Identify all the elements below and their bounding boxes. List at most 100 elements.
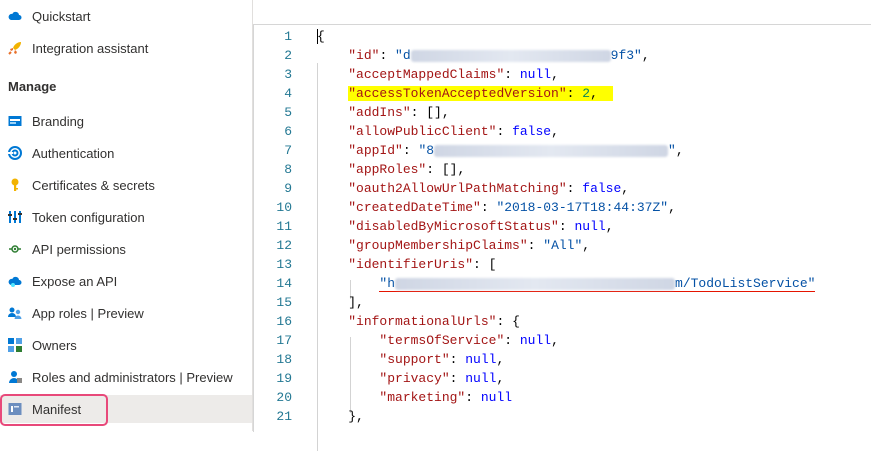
sidebar-item-token-configuration[interactable]: Token configuration	[0, 203, 252, 231]
line-number: 12	[276, 238, 292, 253]
line-number: 4	[284, 86, 292, 101]
sidebar-item-label: Integration assistant	[32, 40, 149, 56]
code-line: "acceptMappedClaims": null,	[348, 67, 559, 82]
json-key: "createdDateTime"	[348, 200, 481, 215]
json-bracket: [	[488, 257, 497, 272]
app-roles-icon	[8, 306, 22, 320]
sidebar-item-label: Branding	[32, 113, 85, 129]
line-number: 14	[276, 276, 292, 291]
section-heading-manage: Manage	[8, 79, 57, 94]
code-line: "accessTokenAcceptedVersion": 2,	[317, 86, 614, 101]
code-line: "createdDateTime": "2018-03-17T18:44:37Z…	[348, 200, 676, 215]
json-null: null	[519, 333, 552, 348]
sidebar-item-label: Token configuration	[32, 209, 145, 225]
sidebar-item-label: Certificates & secrets	[32, 177, 155, 193]
sidebar-item-api-permissions[interactable]: API permissions	[0, 235, 252, 263]
sidebar-item-authentication[interactable]: Authentication	[0, 139, 252, 167]
json-brace: {	[317, 29, 325, 44]
json-string: "h	[379, 276, 396, 291]
cloud-icon	[8, 9, 22, 23]
code-line: "marketing": null	[379, 390, 513, 405]
sidebar-item-label: Expose an API	[32, 273, 118, 289]
json-string: "d	[395, 48, 411, 63]
code-line: "identifierUris": [	[348, 257, 497, 272]
json-key: "allowPublicClient"	[348, 124, 497, 139]
selected-text: "accessTokenAcceptedVersion": 2,	[348, 86, 614, 101]
json-key: "groupMembershipClaims"	[348, 238, 528, 253]
roles-admin-icon	[8, 370, 22, 384]
authentication-icon	[8, 146, 22, 160]
json-string: "	[807, 276, 816, 291]
json-number: 2	[582, 86, 591, 101]
json-key: "termsOfService"	[379, 333, 505, 348]
code-line: "termsOfService": null,	[379, 333, 559, 348]
json-key: "identifierUris"	[348, 257, 474, 272]
redacted-value	[395, 277, 676, 290]
line-number: 10	[276, 200, 292, 215]
code-line: "appId": "8 ",	[348, 143, 684, 158]
line-number: 3	[284, 67, 292, 82]
line-number: 7	[284, 143, 292, 158]
json-string: "8	[418, 143, 435, 158]
line-number: 16	[276, 314, 292, 329]
json-null: null	[574, 219, 606, 234]
sidebar-item-roles-and-administrators[interactable]: Roles and administrators | Preview	[0, 363, 252, 391]
line-number: 13	[276, 257, 292, 272]
line-number: 20	[276, 390, 292, 405]
json-array: []	[441, 162, 458, 177]
redacted-value	[410, 49, 611, 62]
line-number: 11	[276, 219, 292, 234]
code-line: "id": "d 9f3",	[348, 48, 650, 63]
json-bracket: ],	[348, 295, 364, 310]
json-string: 9f3"	[610, 48, 642, 63]
sidebar-item-branding[interactable]: Branding	[0, 107, 252, 135]
json-key: "accessTokenAcceptedVersion"	[348, 86, 567, 101]
line-number: 17	[276, 333, 292, 348]
json-key: "acceptMappedClaims"	[348, 67, 505, 82]
json-null: null	[465, 352, 497, 367]
sidebar-item-quickstart[interactable]: Quickstart	[0, 2, 252, 30]
code-line: ],	[317, 295, 364, 310]
code-line: "informationalUrls": {	[348, 314, 520, 329]
json-string: "	[668, 143, 676, 158]
code-line: "support": null,	[379, 352, 505, 367]
sidebar-item-label: API permissions	[32, 241, 126, 257]
code-line: "appRoles": [],	[348, 162, 466, 177]
line-number: 19	[276, 371, 292, 386]
json-key: "appRoles"	[348, 162, 427, 177]
code-line: "addIns": [],	[348, 105, 450, 120]
manifest-highlight-box	[0, 394, 108, 426]
sidebar-item-label: Owners	[32, 337, 77, 353]
sidebar-item-certificates-secrets[interactable]: Certificates & secrets	[0, 171, 252, 199]
redacted-value	[434, 144, 669, 157]
sidebar-item-integration-assistant[interactable]: Integration assistant	[0, 34, 252, 62]
sidebar-item-label: Quickstart	[32, 8, 91, 24]
api-permissions-icon	[8, 242, 22, 256]
sidebar: Quickstart Integration assistant Manage …	[0, 0, 252, 431]
key-icon	[8, 178, 22, 192]
json-boolean: false	[582, 181, 622, 196]
json-key: "id"	[348, 48, 380, 63]
code-line: {	[317, 29, 325, 44]
json-key: "support"	[379, 352, 450, 367]
line-number: 6	[284, 124, 292, 139]
sidebar-item-app-roles[interactable]: App roles | Preview	[0, 299, 252, 327]
code-line: "h m/TodoListService"	[317, 276, 816, 292]
code-line: },	[317, 409, 364, 424]
code-line: "disabledByMicrosoftStatus": null,	[348, 219, 614, 234]
line-number: 8	[284, 162, 292, 177]
json-array: []	[426, 105, 442, 120]
sidebar-item-label: Roles and administrators | Preview	[32, 369, 233, 385]
manifest-json-editor[interactable]: 1 2 3 4 5 6 7 8 9 10 11 12 13 14 15 16 1…	[253, 24, 871, 451]
line-number: 5	[284, 105, 292, 120]
json-string: m/TodoListService	[675, 276, 808, 291]
json-boolean: false	[512, 124, 552, 139]
json-brace: },	[348, 409, 364, 424]
line-number: 1	[284, 29, 292, 44]
json-string: "All"	[543, 238, 583, 253]
json-key: "appId"	[348, 143, 403, 158]
sidebar-item-owners[interactable]: Owners	[0, 331, 252, 359]
line-number: 18	[276, 352, 292, 367]
json-key: "addIns"	[348, 105, 411, 120]
sidebar-item-expose-an-api[interactable]: Expose an API	[0, 267, 252, 295]
